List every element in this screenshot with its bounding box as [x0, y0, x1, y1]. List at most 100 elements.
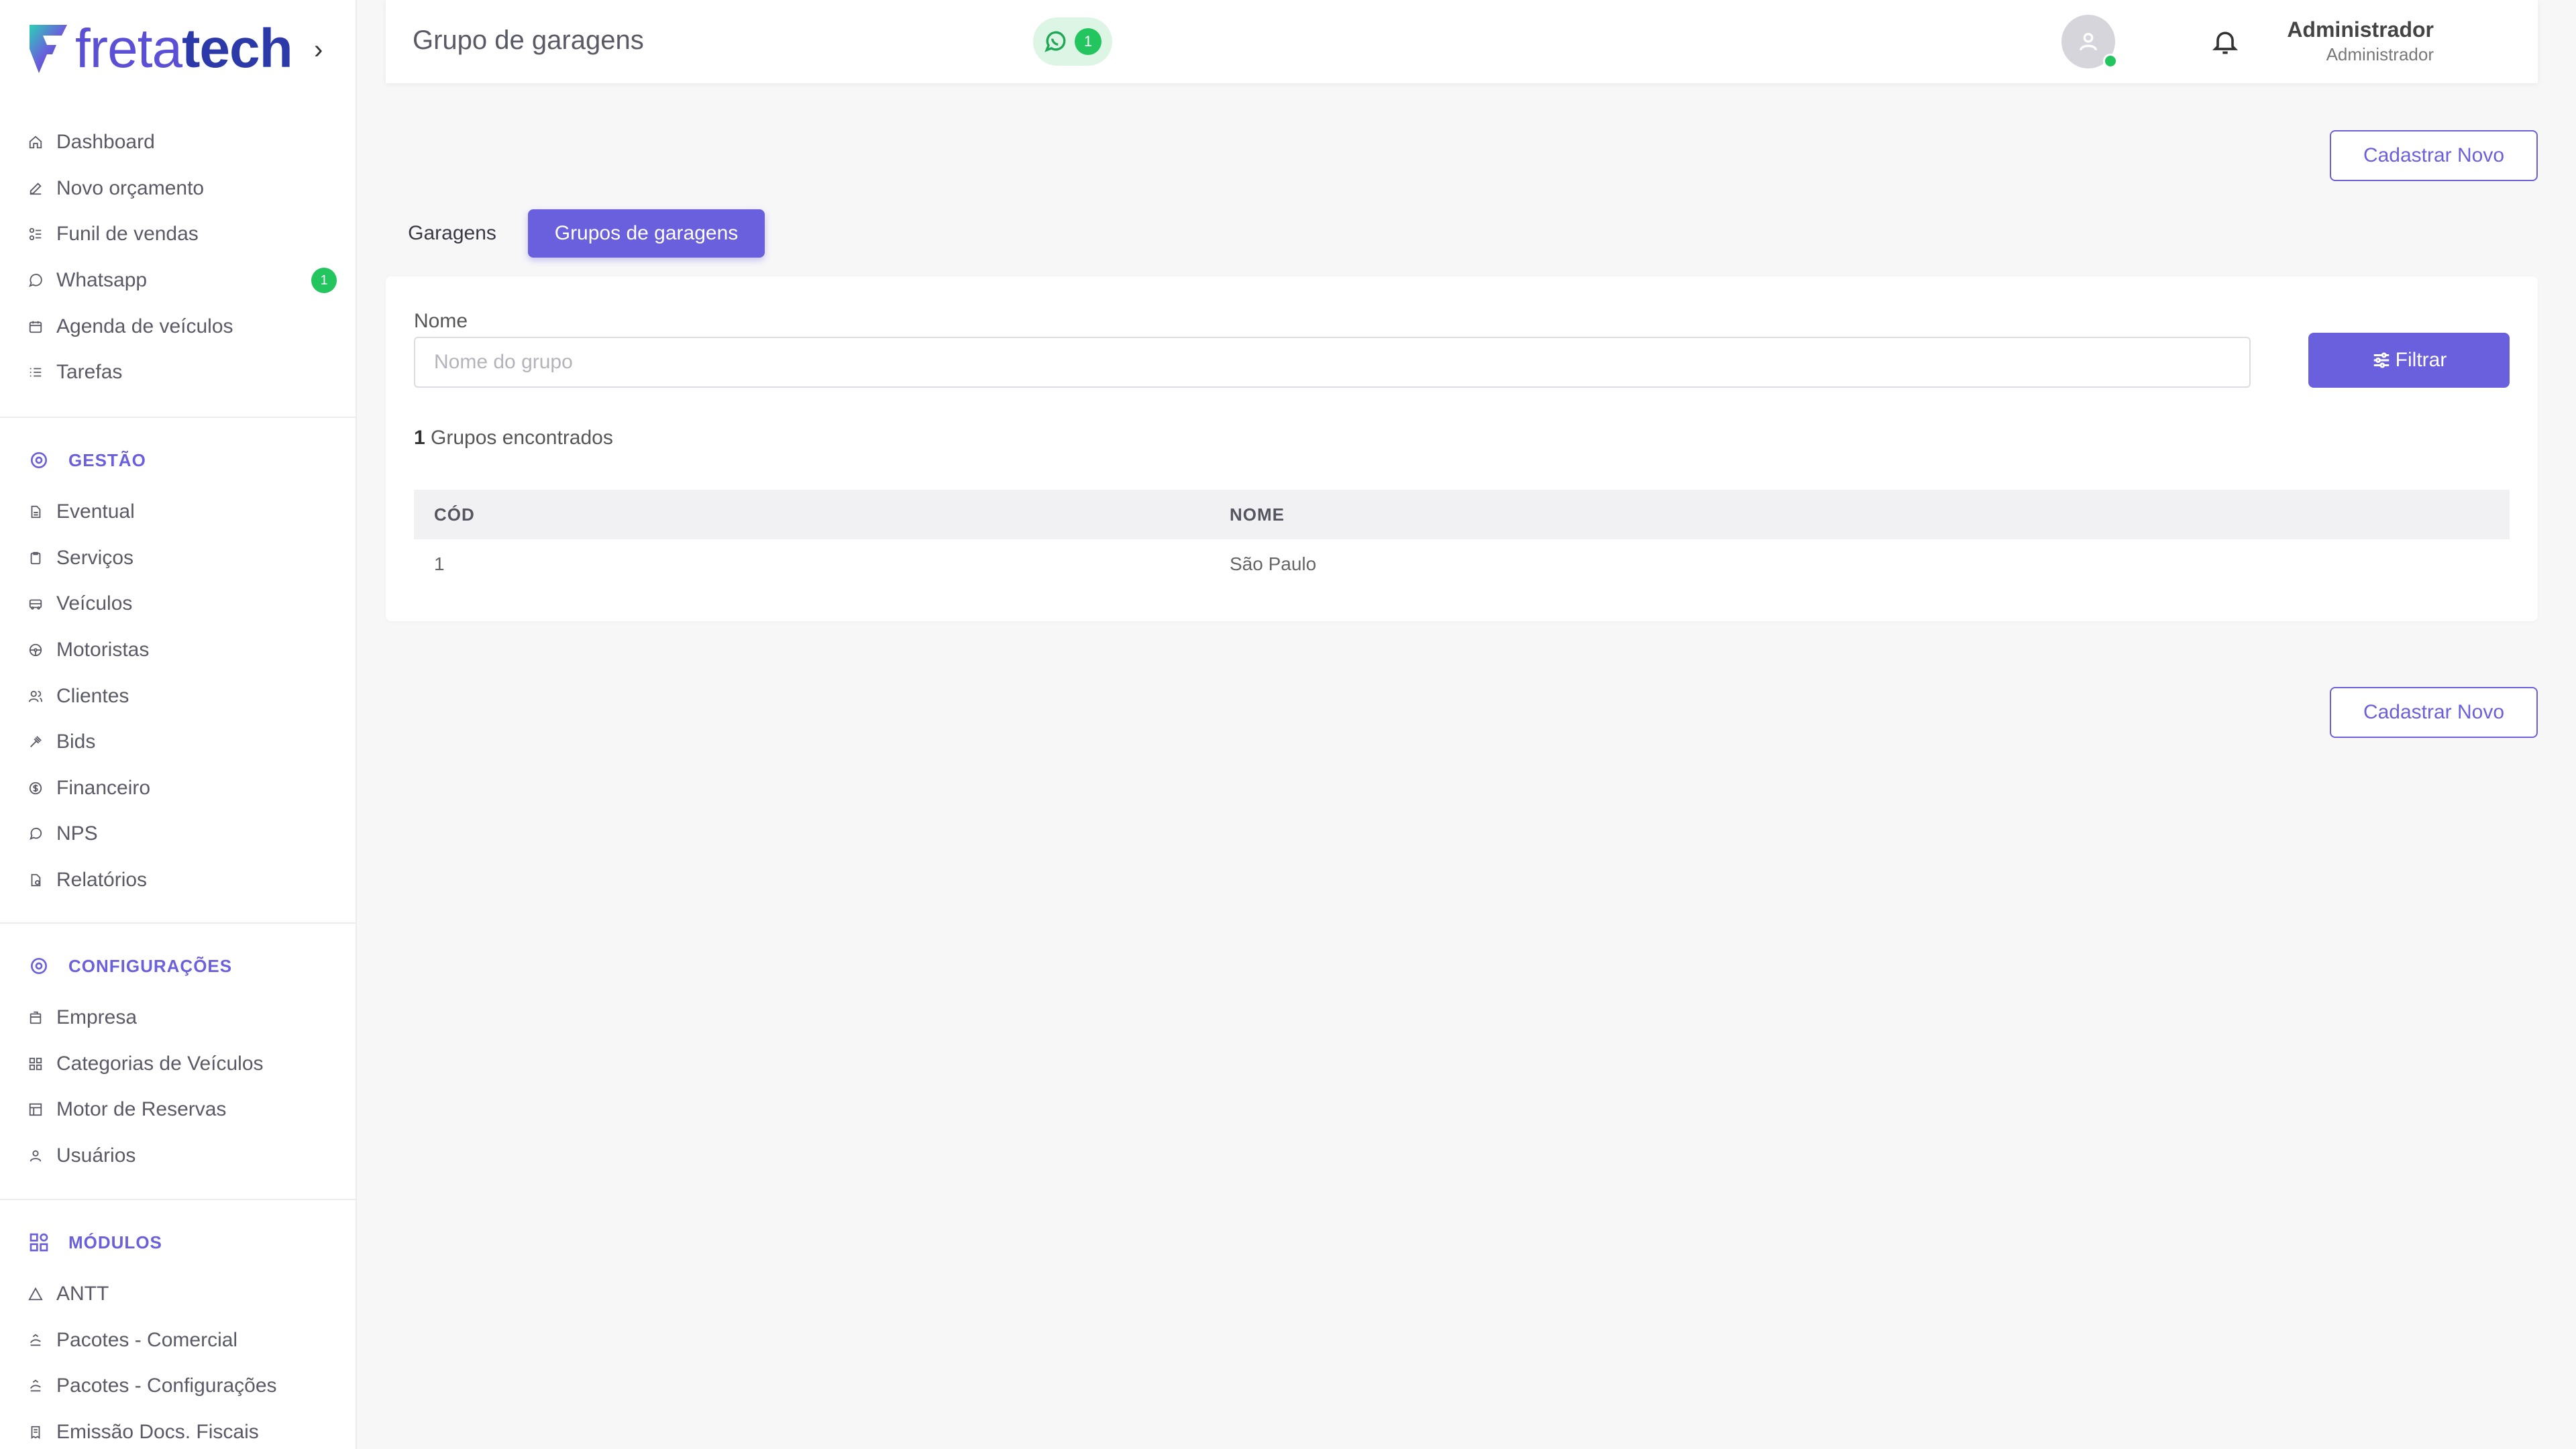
sidebar-item-label: Relatórios [56, 869, 148, 892]
sidebar-toggle-icon[interactable]: › [314, 35, 323, 65]
tab-garagens[interactable]: Garagens [397, 209, 507, 258]
gestao-nav: Eventual Serviços Veículos Motoristas Cl… [0, 489, 357, 903]
sidebar-item-label: Bids [56, 731, 96, 753]
sidebar-item-relatorios[interactable]: Relatórios [0, 857, 357, 904]
table-icon [28, 1102, 43, 1117]
sidebar-item-label: Veículos [56, 592, 133, 615]
sidebar-item-financeiro[interactable]: Financeiro [0, 765, 357, 812]
configuracoes-nav: Empresa Categorias de Veículos Motor de … [0, 995, 357, 1179]
gear-icon [28, 955, 50, 977]
nome-grupo-input[interactable] [414, 337, 2251, 388]
sidebar-item-emissao-docs-fiscais[interactable]: Emissão Docs. Fiscais [0, 1409, 357, 1449]
sidebar-divider [0, 417, 357, 418]
chat-icon [28, 826, 43, 841]
sidebar-item-categorias-de-veiculos[interactable]: Categorias de Veículos [0, 1041, 357, 1087]
sidebar-item-label: Tarefas [56, 361, 123, 384]
sidebar-item-label: Pacotes - Configurações [56, 1375, 277, 1397]
users-icon [28, 689, 43, 704]
sidebar-item-dashboard[interactable]: Dashboard [0, 119, 357, 166]
nome-field-label: Nome [414, 310, 468, 332]
sidebar-item-label: Usuários [56, 1144, 136, 1167]
sidebar-item-motoristas[interactable]: Motoristas [0, 627, 357, 674]
fretatech-logo[interactable]: fretatech [27, 18, 293, 79]
sidebar-divider [0, 922, 357, 924]
column-header-nome[interactable]: NOME [1230, 504, 1285, 525]
whatsapp-icon [28, 273, 43, 288]
sidebar-item-usuarios[interactable]: Usuários [0, 1133, 357, 1179]
results-count-text: Grupos encontrados [431, 427, 613, 449]
online-status-dot [2103, 54, 2118, 68]
whatsapp-icon [1044, 31, 1066, 52]
sidebar-item-whatsapp[interactable]: Whatsapp 1 [0, 258, 357, 304]
list-icon [28, 365, 43, 380]
table-header: CÓD NOME [414, 490, 2510, 539]
notifications-button[interactable] [2210, 27, 2240, 56]
cadastrar-novo-button-bottom[interactable]: Cadastrar Novo [2330, 687, 2538, 738]
user-name[interactable]: Administrador [2287, 17, 2434, 42]
main-nav: Dashboard Novo orçamento Funil de vendas… [0, 119, 357, 396]
edit-icon [28, 181, 43, 196]
package-icon [28, 1333, 43, 1348]
results-count: 1 Grupos encontrados [414, 427, 613, 449]
sidebar-item-label: Categorias de Veículos [56, 1052, 264, 1075]
sidebar-item-pacotes-configuracoes[interactable]: Pacotes - Configurações [0, 1363, 357, 1409]
whatsapp-notification-button[interactable]: 1 [1033, 17, 1112, 66]
results-count-number: 1 [414, 427, 425, 449]
filtrar-button[interactable]: Filtrar [2308, 333, 2510, 388]
gavel-icon [28, 735, 43, 749]
top-header: Grupo de garagens 1 Administrador Admini… [386, 0, 2538, 83]
modules-icon [28, 1232, 50, 1253]
section-configuracoes: CONFIGURAÇÕES [28, 953, 232, 979]
sidebar-item-label: ANTT [56, 1283, 109, 1305]
tab-grupos-de-garagens[interactable]: Grupos de garagens [528, 209, 765, 258]
sidebar-item-tarefas[interactable]: Tarefas [0, 350, 357, 396]
logo-text: fretatech [75, 18, 293, 79]
user-icon [2079, 32, 2098, 51]
home-icon [28, 135, 43, 150]
whatsapp-count-badge: 1 [1075, 28, 1102, 55]
sidebar-item-clientes[interactable]: Clientes [0, 673, 357, 719]
sidebar-item-label: Novo orçamento [56, 176, 205, 199]
sidebar-item-funil-de-vendas[interactable]: Funil de vendas [0, 211, 357, 258]
cadastrar-novo-button-top[interactable]: Cadastrar Novo [2330, 130, 2538, 181]
sidebar-item-veiculos[interactable]: Veículos [0, 581, 357, 627]
sidebar-item-eventual[interactable]: Eventual [0, 489, 357, 535]
triangle-icon [28, 1287, 43, 1301]
user-role: Administrador [2326, 44, 2434, 64]
sidebar: fretatech › Dashboard Novo orçamento Fun… [0, 0, 357, 1449]
sidebar-item-antt[interactable]: ANTT [0, 1271, 357, 1318]
column-header-cod[interactable]: CÓD [414, 504, 1230, 525]
sidebar-item-empresa[interactable]: Empresa [0, 995, 357, 1041]
sidebar-item-label: Pacotes - Comercial [56, 1328, 238, 1351]
gear-icon [28, 449, 50, 471]
sliders-icon [2373, 352, 2389, 368]
sidebar-item-nps[interactable]: NPS [0, 811, 357, 857]
section-gestao: GESTÃO [28, 447, 146, 474]
steering-wheel-icon [28, 643, 43, 657]
calendar-icon [28, 319, 43, 334]
sidebar-item-label: Clientes [56, 684, 129, 707]
section-modulos: MÓDULOS [28, 1229, 162, 1256]
sidebar-item-label: Eventual [56, 500, 135, 523]
sidebar-item-motor-de-reservas[interactable]: Motor de Reservas [0, 1087, 357, 1133]
user-icon [28, 1148, 43, 1163]
sidebar-item-bids[interactable]: Bids [0, 719, 357, 765]
table-row[interactable]: 1 São Paulo [414, 539, 2510, 589]
page-title: Grupo de garagens [413, 25, 644, 55]
sidebar-item-label: Agenda de veículos [56, 315, 233, 337]
filter-results-card: Nome Filtrar 1 Grupos encontrados CÓD NO… [386, 276, 2538, 621]
sidebar-item-agenda-de-veiculos[interactable]: Agenda de veículos [0, 303, 357, 350]
grupos-table: CÓD NOME 1 São Paulo [414, 490, 2510, 589]
clipboard-icon [28, 551, 43, 566]
sidebar-item-label: Empresa [56, 1006, 138, 1029]
document-icon [28, 504, 43, 519]
sidebar-item-label: Funil de vendas [56, 223, 199, 246]
package-icon [28, 1379, 43, 1393]
sidebar-item-servicos[interactable]: Serviços [0, 535, 357, 582]
sidebar-item-pacotes-comercial[interactable]: Pacotes - Comercial [0, 1318, 357, 1364]
bell-icon [2212, 32, 2239, 54]
building-icon [28, 1010, 43, 1025]
sidebar-item-novo-orcamento[interactable]: Novo orçamento [0, 166, 357, 212]
cell-cod: 1 [434, 553, 445, 574]
sidebar-item-label: Emissão Docs. Fiscais [56, 1421, 259, 1444]
